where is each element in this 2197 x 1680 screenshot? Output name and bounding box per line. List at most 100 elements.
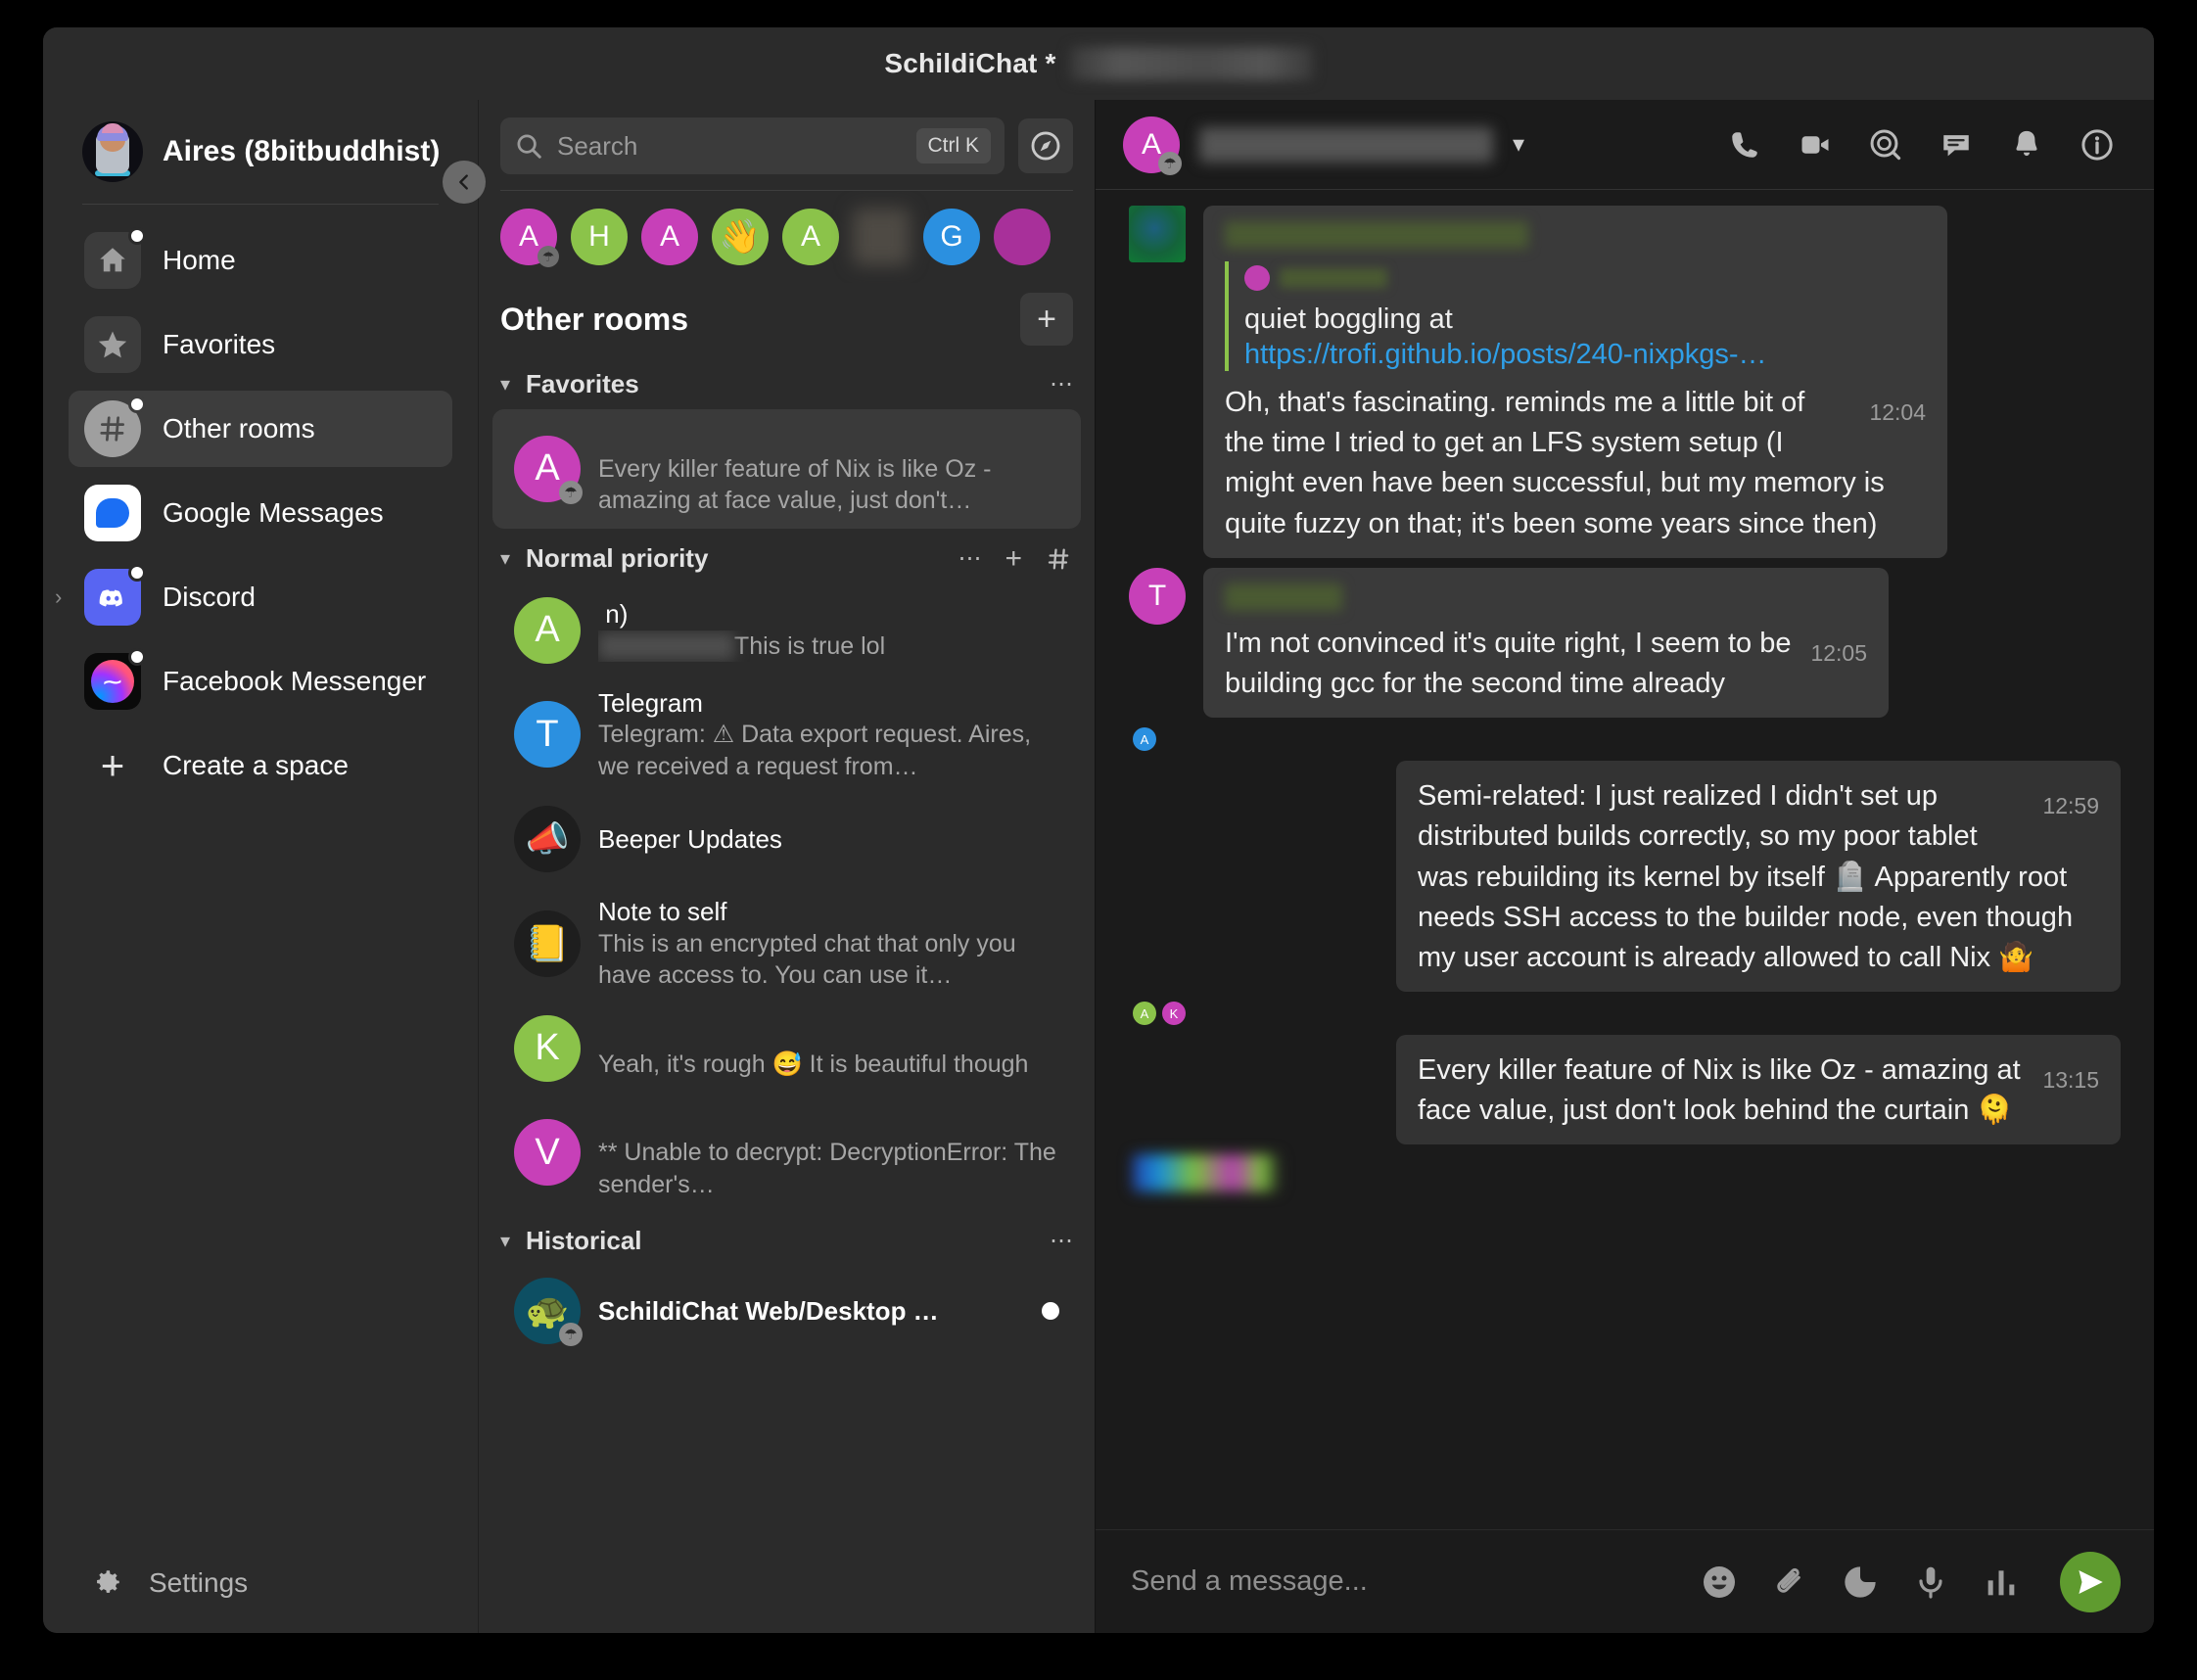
send-button[interactable] <box>2060 1551 2121 1612</box>
title-bar: SchildiChat * <box>43 27 2154 100</box>
threads-icon[interactable] <box>1937 125 1976 164</box>
message-bubble: 12:59 Semi-related: I just realized I did… <box>1396 761 2121 993</box>
reply-quote[interactable]: quiet boggling at https://trofi.github.i… <box>1225 261 1926 372</box>
overflow-icon[interactable]: ⋯ <box>958 544 981 573</box>
overflow-icon[interactable]: ⋯ <box>1050 370 1073 398</box>
section-header-normal-priority[interactable]: ▾ Normal priority ⋯ + <box>479 529 1095 585</box>
room-list-item[interactable]: 📣 Beeper Updates <box>492 794 1081 884</box>
read-receipt-avatar[interactable]: A <box>1133 727 1156 752</box>
room-list-item[interactable]: A ☂ Every killer feature of Nix is like O… <box>492 409 1081 529</box>
star-icon <box>84 316 141 373</box>
room-list-item[interactable]: T Telegram Telegram: ⚠ Data export reque… <box>492 676 1081 795</box>
chevron-left-icon[interactable] <box>443 161 486 204</box>
chevron-right-icon[interactable]: › <box>55 584 62 610</box>
chevron-down-icon[interactable]: ▾ <box>500 1229 510 1253</box>
room-list-item[interactable]: 📒 Note to self This is an encrypted chat… <box>492 884 1081 1003</box>
room-preview: Every killer feature of Nix is like Oz -… <box>598 454 992 515</box>
overflow-icon[interactable]: ⋯ <box>1050 1227 1073 1255</box>
message-sender-redacted <box>1225 583 1342 611</box>
avatar[interactable]: A ☂ <box>1123 116 1182 175</box>
section-header-historical[interactable]: ▾ Historical ⋯ <box>479 1212 1095 1266</box>
notifications-icon[interactable] <box>2007 125 2046 164</box>
room-name <box>598 421 1059 453</box>
sidebar-item-home[interactable]: Home <box>69 222 452 299</box>
room-name: SchildiChat Web/Desktop … <box>598 1295 939 1326</box>
poll-icon[interactable] <box>1980 1561 2023 1604</box>
sidebar-item-discord[interactable]: › Discord <box>55 559 452 635</box>
sidebar-item-label: Discord <box>163 582 256 612</box>
settings-button[interactable]: Settings <box>43 1566 478 1633</box>
read-receipt-avatar[interactable]: A <box>1133 1002 1156 1026</box>
avatar: T <box>514 701 581 769</box>
room-preview: Yeah, it's rough 😅 It is beautiful thoug… <box>598 1050 1029 1078</box>
sidebar-item-label: Google Messages <box>163 497 384 528</box>
sidebar-item-other-rooms[interactable]: Other rooms <box>69 391 452 467</box>
create-space-button[interactable]: + Create a space <box>69 729 452 802</box>
composer-actions <box>1698 1551 2121 1612</box>
plus-icon[interactable]: + <box>1020 293 1073 346</box>
avatar[interactable]: A <box>641 209 698 265</box>
unread-badge <box>128 648 146 666</box>
message-timestamp: 12:05 <box>1810 639 1867 666</box>
voice-call-icon[interactable] <box>1725 125 1764 164</box>
room-list-item[interactable]: 🐢 ☂ SchildiChat Web/Desktop … <box>492 1266 1081 1356</box>
sidebar-item-google-messages[interactable]: Google Messages <box>69 475 452 551</box>
avatar[interactable]: A <box>782 209 839 265</box>
plus-icon[interactable]: + <box>1005 542 1022 576</box>
search-input[interactable]: Search Ctrl K <box>500 117 1005 174</box>
video-call-icon[interactable] <box>1796 125 1835 164</box>
sidebar-item-label: Facebook Messenger <box>163 666 427 696</box>
message-event: 13:15 Every killer feature of Nix is like… <box>1129 1035 2121 1145</box>
room-list-item[interactable]: V ** Unable to decrypt: DecryptionError:… <box>492 1094 1081 1213</box>
room-list-item[interactable]: A n) This is true lol <box>492 585 1081 676</box>
chevron-down-icon[interactable]: ▾ <box>500 372 510 397</box>
read-receipts-redacted[interactable] <box>1129 1154 2121 1192</box>
sidebar-item-label: Favorites <box>163 329 276 359</box>
room-name: Beeper Updates <box>598 823 782 854</box>
room-list-scroll[interactable]: ▾ Favorites ⋯ A ☂ Every killer feature of… <box>479 355 1095 1633</box>
globe-icon: ☂ <box>538 246 559 267</box>
search-in-room-icon[interactable] <box>1866 125 1905 164</box>
app-window: SchildiChat * Aires (8bitbuddhist) Home … <box>43 27 2154 1633</box>
quote-text: quiet boggling at <box>1244 303 1453 335</box>
read-receipts[interactable]: A K <box>1129 1002 2121 1026</box>
unread-dot <box>1042 1302 1059 1320</box>
avatar[interactable]: H <box>571 209 628 265</box>
room-name: n) <box>605 599 629 629</box>
message-timeline[interactable]: quiet boggling at https://trofi.github.i… <box>1096 190 2154 1529</box>
chat-room-name-redacted[interactable] <box>1199 126 1493 163</box>
avatar[interactable]: G <box>923 209 980 265</box>
people-avatar-strip[interactable]: A ☂ H A 👋 A G <box>479 191 1095 283</box>
chevron-down-icon[interactable]: ▾ <box>1513 130 1524 159</box>
read-receipts[interactable]: A <box>1129 727 2121 752</box>
room-info-icon[interactable] <box>2078 125 2117 164</box>
read-receipt-avatar[interactable]: K <box>1162 1002 1186 1026</box>
attachment-icon[interactable] <box>1768 1561 1811 1604</box>
message-input[interactable]: Send a message... <box>1131 1565 1698 1598</box>
google-messages-icon <box>84 485 141 541</box>
avatar[interactable] <box>1129 206 1186 262</box>
avatar-redacted[interactable] <box>853 209 910 265</box>
add-room-icon[interactable] <box>1046 545 1073 573</box>
avatar[interactable] <box>994 209 1051 265</box>
avatar[interactable]: T <box>1129 567 1186 625</box>
avatar[interactable]: A ☂ <box>500 209 559 267</box>
quote-sender-redacted <box>1280 268 1387 288</box>
search-shortcut: Ctrl K <box>915 128 991 163</box>
room-list-item[interactable]: K Yeah, it's rough 😅 It is beautiful tho… <box>492 1003 1081 1094</box>
explore-compass-icon[interactable] <box>1018 118 1073 173</box>
chevron-down-icon[interactable]: ▾ <box>500 546 510 571</box>
quote-link[interactable]: https://trofi.github.io/posts/240-nixpkg… <box>1244 339 1926 371</box>
room-preview: Telegram: ⚠ Data export request. Aires, … <box>598 721 1032 780</box>
avatar: 📒 <box>514 910 581 977</box>
emoji-icon[interactable] <box>1698 1561 1741 1604</box>
sticker-icon[interactable] <box>1839 1561 1882 1604</box>
current-user[interactable]: Aires (8bitbuddhist) <box>43 100 478 204</box>
sidebar-item-facebook-messenger[interactable]: ∼ Facebook Messenger <box>69 643 452 720</box>
section-header-favorites[interactable]: ▾ Favorites ⋯ <box>479 355 1095 409</box>
avatar[interactable]: 👋 <box>712 209 769 265</box>
voice-message-icon[interactable] <box>1909 1561 1952 1604</box>
room-preview: This is an encrypted chat that only you … <box>598 929 1016 990</box>
sidebar-item-favorites[interactable]: Favorites <box>69 306 452 383</box>
facebook-messenger-icon: ∼ <box>84 648 146 710</box>
